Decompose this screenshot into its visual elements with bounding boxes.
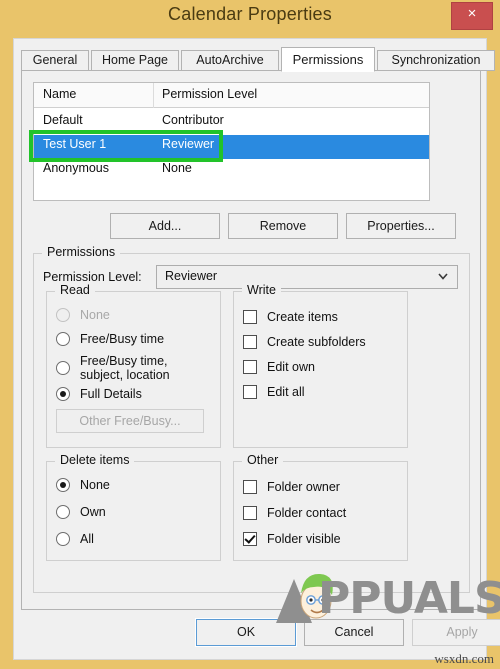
read-option-full-details-label: Full Details xyxy=(80,387,142,401)
row-name: Anonymous xyxy=(43,161,110,175)
permission-level-value: Reviewer xyxy=(165,269,218,283)
add-button[interactable]: Add... xyxy=(110,213,220,239)
radio-icon xyxy=(56,361,70,375)
dialog-body: General Home Page AutoArchive Permission… xyxy=(13,38,500,660)
tab-autoarchive[interactable]: AutoArchive xyxy=(181,50,279,71)
checkbox-icon xyxy=(243,335,257,349)
delete-option-all-label: All xyxy=(80,532,94,546)
read-option-free-busy-subject-location-label: Free/Busy time, subject, location xyxy=(80,354,170,382)
title-bar: Calendar Properties × xyxy=(0,0,500,36)
table-row[interactable]: Default Contributor xyxy=(34,111,429,135)
delete-option-none-label: None xyxy=(80,478,110,492)
radio-icon xyxy=(56,532,70,546)
read-option-free-busy-time-label: Free/Busy time xyxy=(80,332,165,346)
row-name: Default xyxy=(43,113,83,127)
row-permission-level: Contributor xyxy=(162,113,224,127)
checkbox-icon xyxy=(243,506,257,520)
checkbox-icon xyxy=(243,532,257,546)
cancel-button[interactable]: Cancel xyxy=(304,619,404,646)
ok-button[interactable]: OK xyxy=(195,618,297,647)
read-group-legend: Read xyxy=(55,283,95,297)
checkbox-icon xyxy=(243,360,257,374)
other-option-folder-visible-label: Folder visible xyxy=(267,532,341,546)
list-header: Name Permission Level xyxy=(34,83,429,108)
permission-level-label: Permission Level: xyxy=(43,270,142,284)
checkbox-icon xyxy=(243,385,257,399)
column-header-name[interactable]: Name xyxy=(43,87,76,101)
write-option-edit-own-label: Edit own xyxy=(267,360,315,374)
checkbox-icon xyxy=(243,480,257,494)
other-free-busy-button: Other Free/Busy... xyxy=(56,409,204,433)
row-name: Test User 1 xyxy=(43,137,107,151)
close-icon: × xyxy=(467,5,477,22)
other-group: Other Folder owner Folder contact Folder… xyxy=(233,453,408,561)
chevron-down-icon xyxy=(438,273,448,280)
other-option-folder-owner-label: Folder owner xyxy=(267,480,340,494)
delete-items-group: Delete items None Own All xyxy=(46,453,221,561)
write-option-edit-all-label: Edit all xyxy=(267,385,305,399)
delete-option-own-label: Own xyxy=(80,505,106,519)
radio-icon xyxy=(56,505,70,519)
properties-button[interactable]: Properties... xyxy=(346,213,456,239)
write-group-legend: Write xyxy=(242,283,281,297)
tab-synchronization[interactable]: Synchronization xyxy=(377,50,495,71)
permissions-group-legend: Permissions xyxy=(42,245,121,259)
tab-permissions[interactable]: Permissions xyxy=(281,47,375,72)
delete-items-group-legend: Delete items xyxy=(55,453,135,467)
permission-list[interactable]: Name Permission Level Default Contributo… xyxy=(33,82,430,201)
tab-strip: General Home Page AutoArchive Permission… xyxy=(21,47,495,72)
window-title: Calendar Properties xyxy=(168,4,332,24)
read-option-none-label: None xyxy=(80,308,110,322)
permissions-group: Permissions Permission Level: Reviewer R… xyxy=(33,245,470,593)
row-permission-level: None xyxy=(162,161,192,175)
write-group: Write Create items Create subfolders Edi… xyxy=(233,283,408,448)
remove-button[interactable]: Remove xyxy=(228,213,338,239)
dialog-window: Calendar Properties × General Home Page … xyxy=(0,0,500,669)
other-option-folder-contact-label: Folder contact xyxy=(267,506,347,520)
close-button[interactable]: × xyxy=(451,2,493,30)
other-group-legend: Other xyxy=(242,453,284,467)
write-option-create-subfolders-label: Create subfolders xyxy=(267,335,366,349)
radio-icon xyxy=(56,387,70,401)
apply-button: Apply xyxy=(412,619,500,646)
write-option-create-items-label: Create items xyxy=(267,310,338,324)
column-header-permission-level[interactable]: Permission Level xyxy=(162,87,257,101)
read-group: Read None Free/Busy time Free/Busy time,… xyxy=(46,283,221,448)
radio-icon xyxy=(56,478,70,492)
radio-icon xyxy=(56,308,70,322)
permission-level-select[interactable]: Reviewer xyxy=(156,265,458,289)
radio-icon xyxy=(56,332,70,346)
row-permission-level: Reviewer xyxy=(162,137,215,151)
table-row[interactable]: Test User 1 Reviewer xyxy=(34,135,429,159)
wsxdn-watermark: wsxdn.com xyxy=(434,651,494,666)
checkbox-icon xyxy=(243,310,257,324)
tab-home-page[interactable]: Home Page xyxy=(91,50,179,71)
tab-general[interactable]: General xyxy=(21,50,89,71)
column-divider xyxy=(153,83,154,108)
permissions-tab-page: Name Permission Level Default Contributo… xyxy=(21,70,481,610)
table-row[interactable]: Anonymous None xyxy=(34,159,429,183)
